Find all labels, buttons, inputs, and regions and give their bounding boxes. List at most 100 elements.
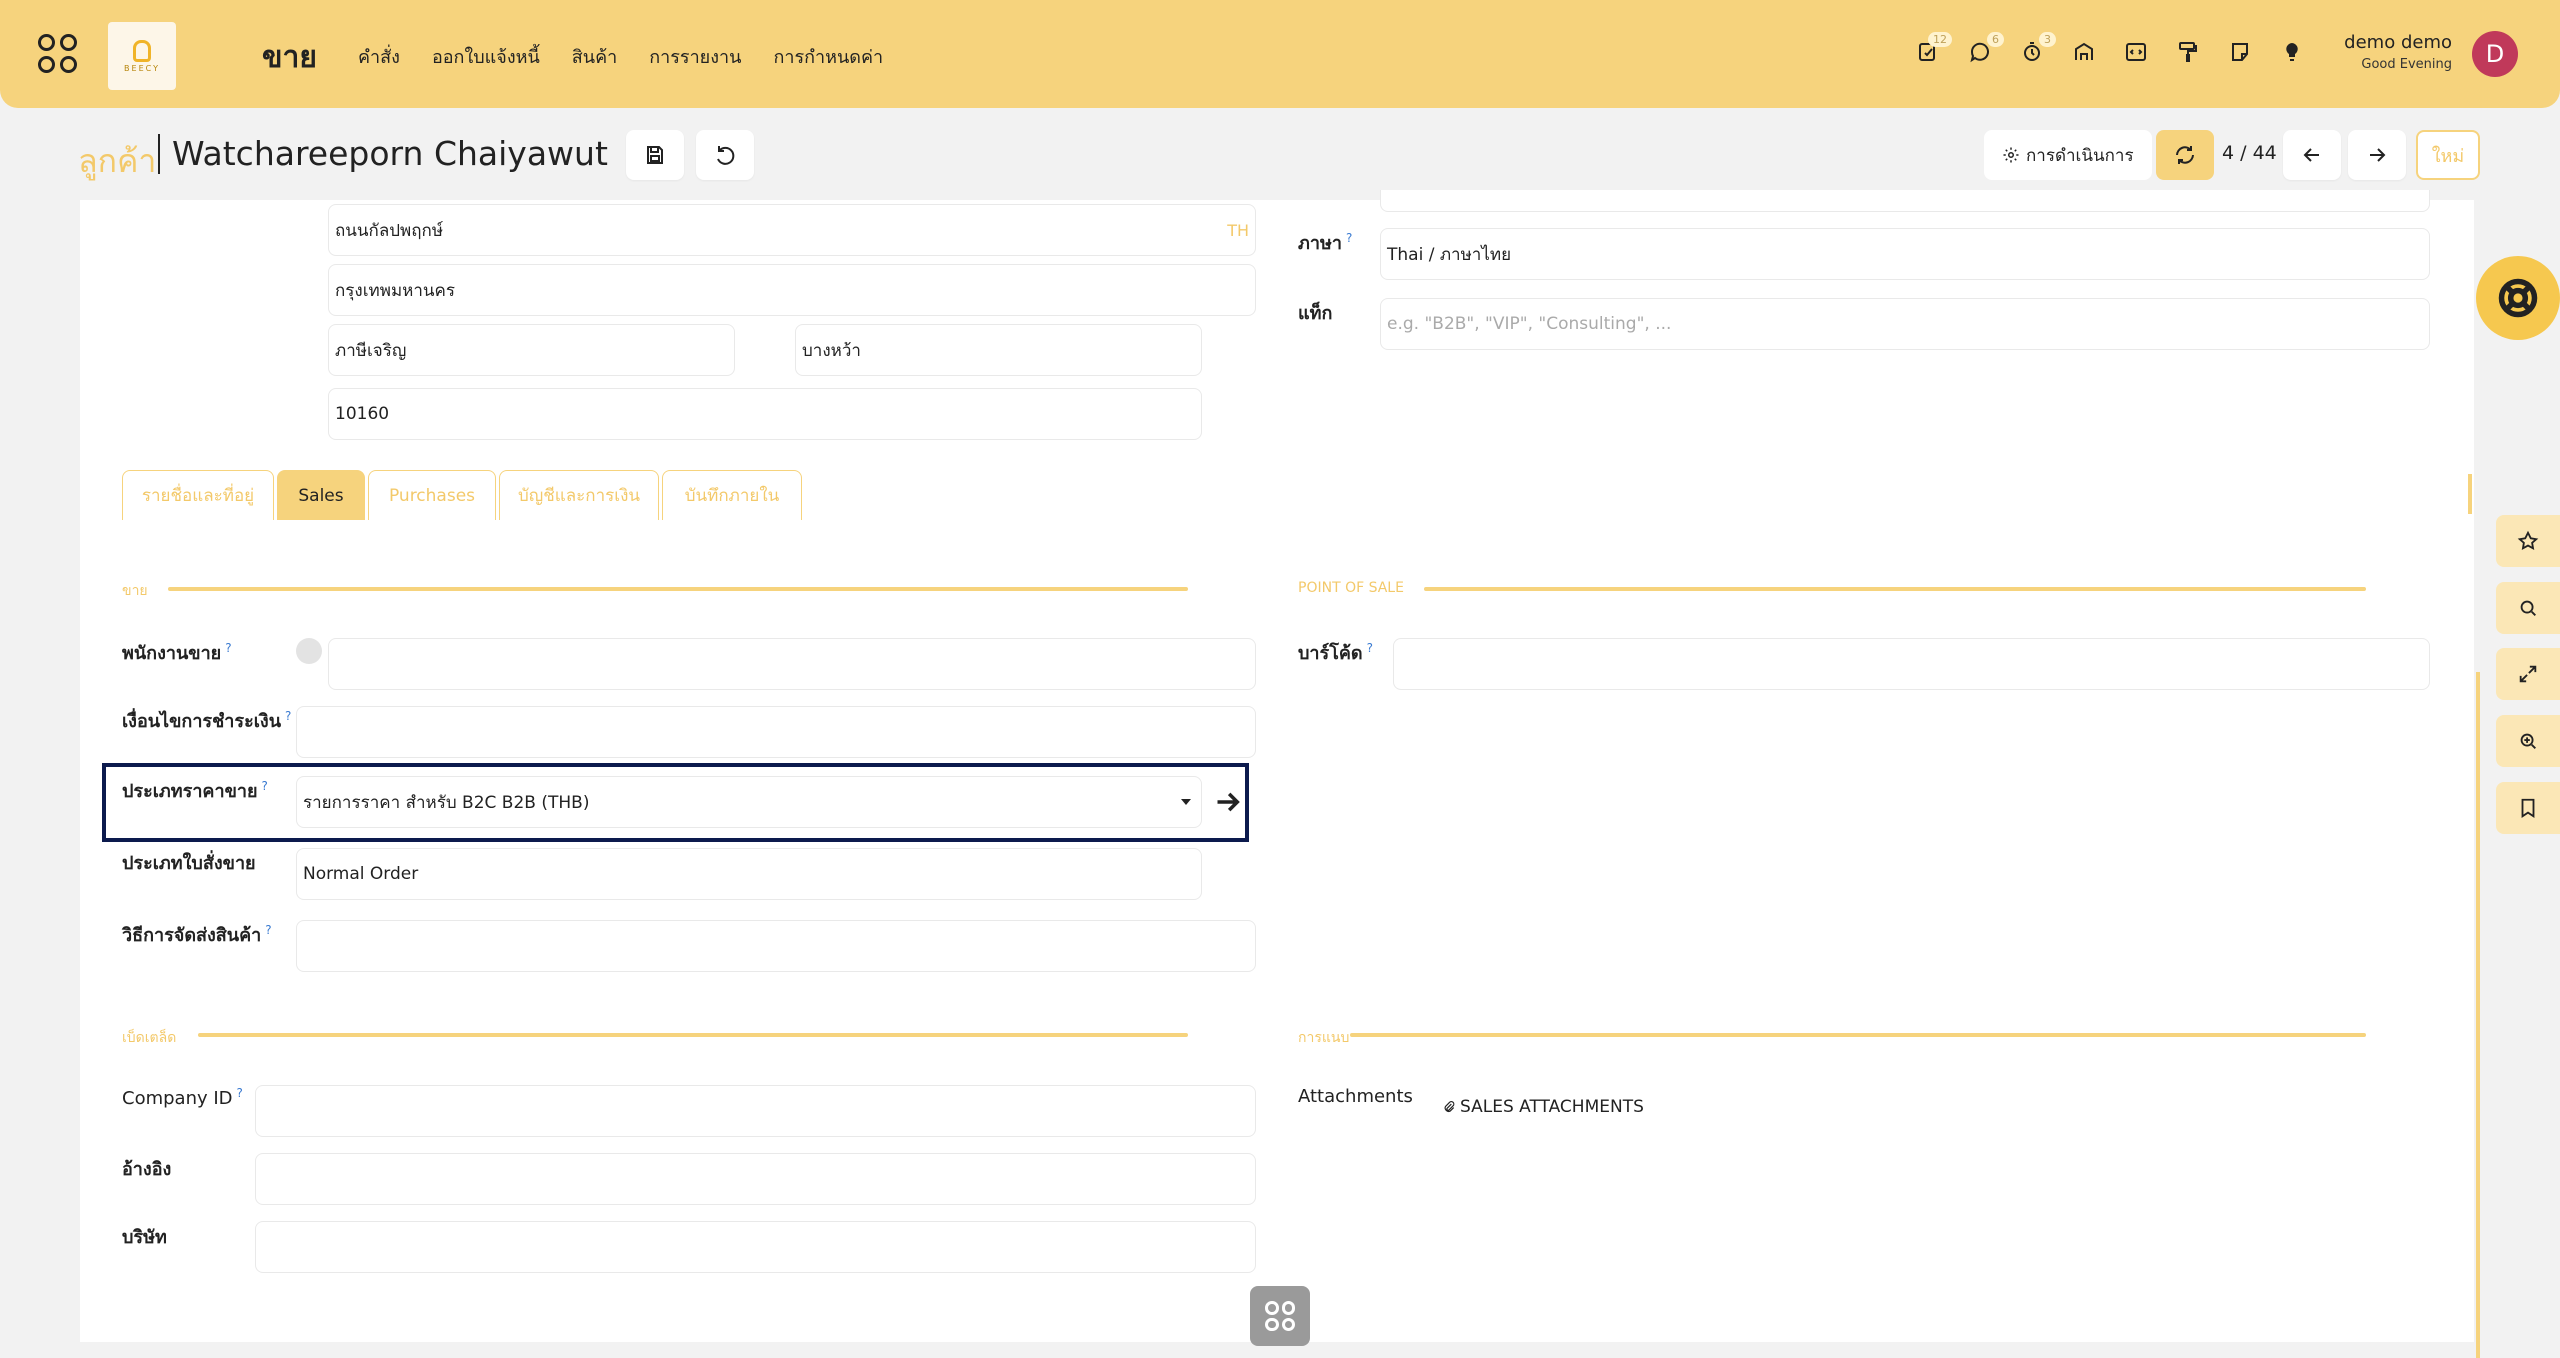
avatar[interactable]: D bbox=[2472, 31, 2518, 77]
app-title[interactable]: ขาย bbox=[262, 34, 317, 81]
city-value: กรุงเทพมหานคร bbox=[335, 280, 456, 301]
favorites-tool[interactable] bbox=[2496, 515, 2560, 567]
tab-sales[interactable]: Sales bbox=[277, 470, 365, 520]
order-type-field[interactable]: Normal Order bbox=[296, 848, 1202, 900]
order-type-label: ประเภทใบสั่งขาย bbox=[122, 853, 256, 874]
zoom-in-icon bbox=[2520, 733, 2536, 749]
undo-icon bbox=[717, 146, 735, 165]
expand-icon bbox=[2519, 665, 2537, 683]
company-switch-icon[interactable] bbox=[2070, 38, 2098, 66]
user-menu[interactable]: demo demo Good Evening bbox=[2344, 32, 2452, 72]
page-title: Watchareeporn Chaiyawut bbox=[172, 134, 608, 173]
bookmark-icon bbox=[2521, 798, 2535, 818]
code-icon[interactable] bbox=[2122, 38, 2150, 66]
payment-terms-input[interactable] bbox=[296, 706, 1256, 758]
arrow-right-icon bbox=[2370, 148, 2386, 162]
scrollbar-track[interactable] bbox=[2476, 672, 2480, 1358]
salesperson-label: พนักงานขาย? bbox=[122, 641, 232, 664]
menu-item-configuration[interactable]: การกำหนดค่า bbox=[773, 42, 883, 71]
internal-link-arrow-icon[interactable] bbox=[1214, 788, 1242, 816]
menu-item-invoicing[interactable]: ออกใบแจ้งหนี้ bbox=[432, 42, 540, 71]
lightbulb-icon[interactable] bbox=[2278, 38, 2306, 66]
app-menu-icon[interactable] bbox=[38, 34, 78, 74]
attachments-label: Attachments bbox=[1298, 1086, 1413, 1107]
street2-field[interactable]: ถนนกัลปพฤกษ์ TH bbox=[328, 204, 1256, 256]
subdistrict-field[interactable]: บางหว้า bbox=[795, 324, 1202, 376]
pager-previous-button[interactable] bbox=[2283, 130, 2341, 180]
paperclip-icon bbox=[1444, 1101, 1455, 1112]
company-logo[interactable]: BEECY bbox=[108, 22, 176, 90]
search-tool[interactable] bbox=[2496, 582, 2560, 634]
salesperson-avatar-dot[interactable] bbox=[296, 638, 322, 664]
pager-value[interactable]: 4 / 44 bbox=[2222, 142, 2277, 164]
breadcrumb-parent[interactable]: ลูกค้า bbox=[78, 136, 156, 187]
messages-icon[interactable]: 6 bbox=[1966, 32, 2004, 66]
sync-button[interactable] bbox=[2156, 130, 2214, 180]
save-icon bbox=[647, 146, 663, 164]
barcode-input[interactable] bbox=[1393, 638, 2430, 690]
previous-field-edge bbox=[1380, 190, 2430, 212]
menu-item-products[interactable]: สินค้า bbox=[572, 42, 617, 71]
activity-icon[interactable]: 12 bbox=[1914, 32, 1952, 66]
misc-section-title: เบ็ดเตล็ด bbox=[122, 1030, 177, 1046]
discard-button[interactable] bbox=[696, 130, 754, 180]
district-field[interactable]: ภาษีเจริญ bbox=[328, 324, 735, 376]
activity-badge: 12 bbox=[1928, 32, 1952, 47]
bookmark-tool[interactable] bbox=[2496, 782, 2560, 834]
pos-section-title: POINT OF SALE bbox=[1298, 580, 1404, 596]
language-value: Thai / ภาษาไทย bbox=[1387, 244, 1512, 265]
zoom-tool[interactable] bbox=[2496, 715, 2560, 767]
pricelist-label: ประเภทราคาขาย? bbox=[122, 779, 268, 802]
zip-field[interactable]: 10160 bbox=[328, 388, 1202, 440]
tab-contacts-addresses[interactable]: รายชื่อและที่อยู่ bbox=[122, 470, 274, 520]
pricelist-value: รายการราคา สำหรับ B2C B2B (THB) bbox=[303, 792, 590, 813]
tags-placeholder: e.g. "B2B", "VIP", "Consulting", ... bbox=[1387, 314, 1672, 334]
misc-section-divider bbox=[198, 1033, 1188, 1037]
tab-accounting[interactable]: บัญชีและการเงิน bbox=[499, 470, 659, 520]
company-input[interactable] bbox=[255, 1221, 1256, 1273]
lifebuoy-icon bbox=[2498, 278, 2538, 318]
salesperson-input[interactable] bbox=[328, 638, 1256, 690]
action-menu-label: การดำเนินการ bbox=[2026, 145, 2134, 166]
district-value: ภาษีเจริญ bbox=[335, 340, 407, 361]
action-menu-button[interactable]: การดำเนินการ bbox=[1984, 130, 2152, 180]
new-record-button[interactable]: ใหม่ bbox=[2416, 130, 2480, 180]
language-label: ภาษา? bbox=[1298, 231, 1353, 254]
sales-section-title: ขาย bbox=[122, 583, 148, 599]
company-id-input[interactable] bbox=[255, 1085, 1256, 1137]
user-name: demo demo bbox=[2344, 32, 2452, 53]
sales-attachments-button[interactable]: SALES ATTACHMENTS bbox=[1442, 1097, 1644, 1117]
user-greeting: Good Evening bbox=[2361, 57, 2452, 72]
reference-input[interactable] bbox=[255, 1153, 1256, 1205]
sticky-note-icon[interactable] bbox=[2226, 38, 2254, 66]
company-id-label: Company ID? bbox=[122, 1086, 243, 1109]
paint-roller-icon[interactable] bbox=[2174, 38, 2202, 66]
reference-label: อ้างอิง bbox=[122, 1159, 172, 1180]
tab-internal-notes[interactable]: บันทึกภายใน bbox=[662, 470, 802, 520]
pricelist-select[interactable]: รายการราคา สำหรับ B2C B2B (THB) bbox=[296, 776, 1202, 828]
tab-purchases[interactable]: Purchases bbox=[368, 470, 496, 520]
language-field[interactable]: Thai / ภาษาไทย bbox=[1380, 228, 2430, 280]
attachments-section-title: การแนบ bbox=[1298, 1030, 1350, 1046]
caret-down-icon bbox=[1181, 799, 1191, 805]
timer-icon[interactable]: 3 bbox=[2018, 32, 2056, 66]
save-button[interactable] bbox=[626, 130, 684, 180]
payment-terms-label: เงื่อนไขการชำระเงิน? bbox=[122, 709, 292, 732]
city-field[interactable]: กรุงเทพมหานคร bbox=[328, 264, 1256, 316]
street2-value: ถนนกัลปพฤกษ์ bbox=[335, 220, 444, 241]
menu-item-orders[interactable]: คำสั่ง bbox=[358, 42, 400, 71]
street2-language-badge[interactable]: TH bbox=[1227, 221, 1249, 240]
help-lifebuoy-button[interactable] bbox=[2476, 256, 2560, 340]
delivery-method-input[interactable] bbox=[296, 920, 1256, 972]
pager-next-button[interactable] bbox=[2348, 130, 2406, 180]
order-type-value: Normal Order bbox=[303, 864, 419, 884]
expand-tool[interactable] bbox=[2496, 648, 2560, 700]
menu-item-reporting[interactable]: การรายงาน bbox=[649, 42, 741, 71]
sales-attachments-label: SALES ATTACHMENTS bbox=[1460, 1097, 1644, 1117]
tags-input[interactable]: e.g. "B2B", "VIP", "Consulting", ... bbox=[1380, 298, 2430, 350]
barcode-label: บาร์โค้ด? bbox=[1298, 641, 1373, 664]
bottom-apps-icon[interactable] bbox=[1250, 1286, 1310, 1346]
gear-icon bbox=[2003, 147, 2019, 163]
breadcrumb-separator bbox=[158, 134, 160, 174]
sync-icon bbox=[2176, 146, 2194, 164]
